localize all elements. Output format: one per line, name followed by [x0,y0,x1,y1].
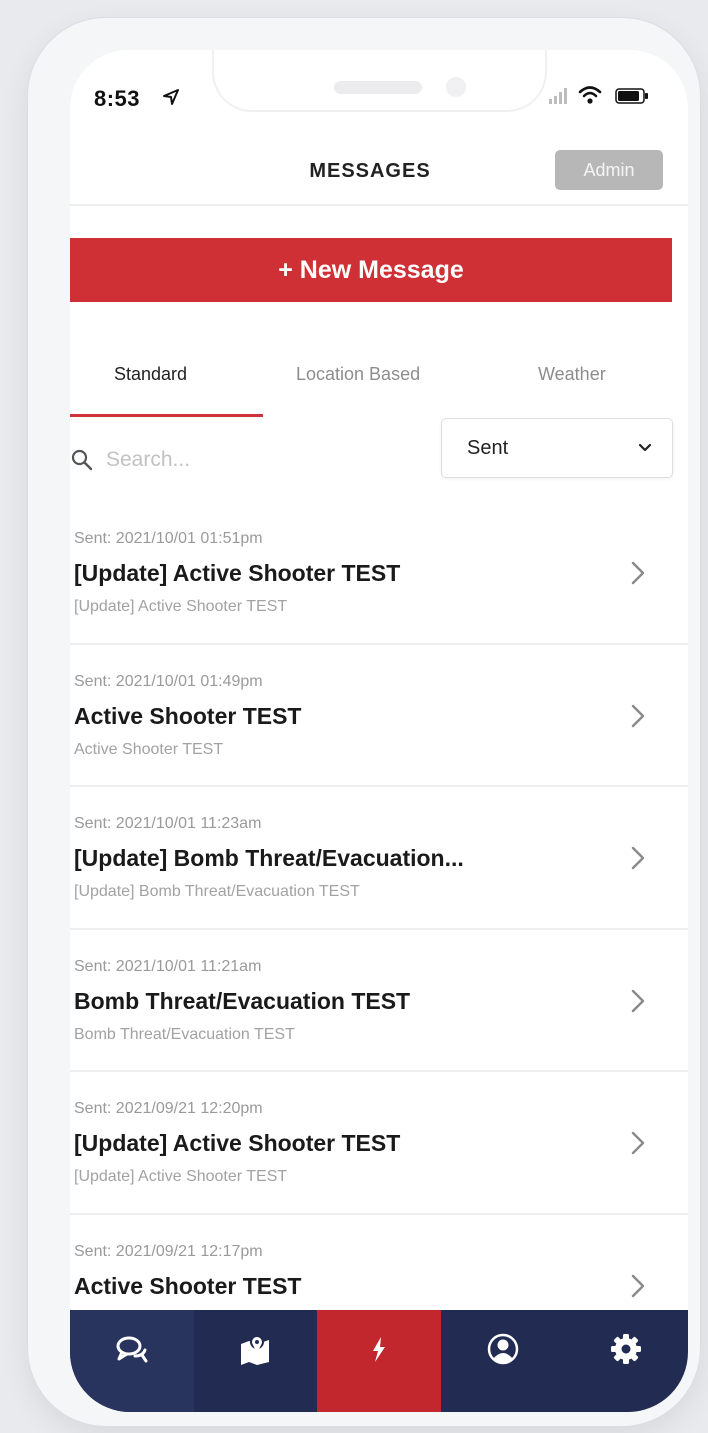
search-icon [71,449,93,471]
chevron-right-icon [631,704,645,727]
cell-signal-icon [549,88,567,104]
filter-dropdown[interactable]: Sent [441,418,673,478]
message-sent-time: Sent: 2021/09/21 12:17pm [74,1242,263,1260]
message-row[interactable]: Sent: 2021/10/01 11:21am Bomb Threat/Evac… [70,929,688,1072]
message-sent-time: Sent: 2021/10/01 01:51pm [74,530,263,547]
message-list: Sent: 2021/10/01 01:51pm [Update] Active … [70,502,688,1357]
message-sent-time: Sent: 2021/09/21 12:20pm [74,1100,263,1117]
message-sent-time: Sent: 2021/10/01 11:21am [74,957,262,975]
status-time: 8:53 [94,86,141,111]
message-title: Bomb Threat/Evacuation TEST [74,987,411,1014]
message-subtitle: [Update] Active Shooter TEST [74,1168,288,1185]
search-input[interactable] [106,442,406,478]
message-subtitle: Bomb Threat/Evacuation TEST [74,1025,295,1043]
message-subtitle: [Update] Bomb Threat/Evacuation TEST [74,883,360,900]
status-bar: 8:53 [70,50,688,150]
bottom-navigation [70,1310,688,1412]
message-subtitle: [Update] Active Shooter TEST [74,598,288,615]
tab-location-based[interactable]: Location Based [296,364,420,385]
speaker-grille [334,81,422,94]
admin-button[interactable]: Admin [555,150,663,190]
user-profile-icon [487,1333,518,1365]
tab-weather[interactable]: Weather [538,364,606,385]
tab-standard[interactable]: Standard [114,364,187,385]
wifi-icon [578,86,602,104]
chevron-right-icon [631,561,645,585]
nav-alerts[interactable] [317,1310,441,1412]
new-message-button[interactable]: + New Message [70,238,672,302]
nav-profile[interactable] [441,1310,565,1412]
message-row[interactable]: Sent: 2021/10/01 01:51pm [Update] Active … [70,502,688,645]
nav-messages[interactable] [70,1310,194,1412]
chat-bubbles-icon [116,1336,148,1363]
message-title: [Update] Active Shooter TEST [74,560,401,586]
message-row[interactable]: Sent: 2021/10/01 01:49pm Active Shooter T… [70,644,688,787]
app-header: MESSAGES Admin [70,150,688,206]
message-title: [Update] Bomb Threat/Evacuation... [74,845,464,871]
chevron-down-icon [638,443,652,452]
filter-selected-value: Sent [467,437,509,459]
chevron-right-icon [631,1131,645,1155]
active-tab-indicator [70,414,263,417]
message-row[interactable]: Sent: 2021/09/21 12:20pm [Update] Active … [70,1072,688,1215]
message-title: Active Shooter TEST [74,1272,302,1299]
message-sent-time: Sent: 2021/10/01 11:23am [74,815,262,832]
message-subtitle: Active Shooter TEST [74,740,224,758]
front-camera [446,77,466,97]
battery-icon [615,88,648,104]
chevron-right-icon [631,1274,645,1297]
chevron-right-icon [631,989,645,1012]
location-arrow-icon [163,89,179,105]
message-type-tabs: Standard Location Based Weather [70,350,688,420]
message-sent-time: Sent: 2021/10/01 01:49pm [74,672,263,690]
message-row[interactable]: Sent: 2021/10/01 11:23am [Update] Bomb Th… [70,787,688,930]
lightning-bolt-icon [372,1337,385,1362]
map-pin-icon [241,1335,270,1365]
message-title: [Update] Active Shooter TEST [74,1130,401,1156]
nav-settings[interactable] [564,1310,688,1412]
app-screen: 8:53 MESSAGES Admin + New Message Standa… [70,50,688,1412]
chevron-right-icon [631,846,645,870]
message-title: Active Shooter TEST [74,702,302,729]
gear-icon [611,1334,642,1364]
nav-map[interactable] [194,1310,318,1412]
